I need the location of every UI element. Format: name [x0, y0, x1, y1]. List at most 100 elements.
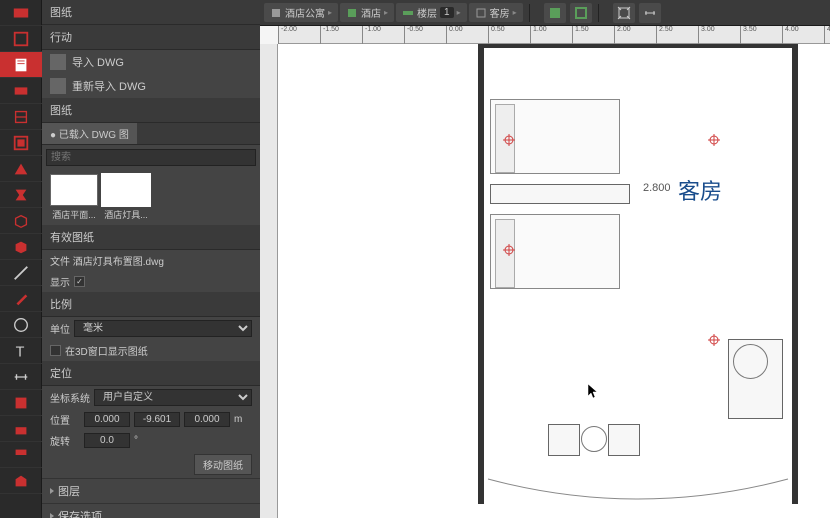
import-label: 导入 DWG [72, 54, 124, 70]
unit-select[interactable]: 毫米 [74, 320, 252, 337]
rot-label: 旋转 [50, 433, 80, 448]
import-icon [50, 54, 66, 70]
tool-red4[interactable] [0, 468, 42, 494]
zoom-tools [613, 3, 661, 23]
tool-2[interactable] [0, 26, 42, 52]
scale-header: 比例 [42, 292, 260, 317]
reimport-dwg[interactable]: 重新导入 DWG [42, 74, 260, 98]
thumb-label-1: 酒店灯具... [104, 208, 148, 221]
coord-label: 坐标系统 [50, 390, 90, 405]
wall [478, 44, 798, 48]
crumb-3[interactable]: 客房▸ [469, 3, 523, 22]
ruler-horizontal: -2.00 -1.50 -1.00 -0.50 0.00 0.50 1.00 1… [278, 26, 830, 44]
display-checkbox[interactable] [74, 276, 85, 287]
pos-row: 位置 m [42, 409, 260, 430]
svg-text:T: T [16, 344, 25, 360]
room-label: 客房 [678, 174, 722, 206]
file-row: 文件 酒店灯具布置图.dwg [42, 250, 260, 271]
thumb-img-0 [50, 174, 98, 206]
coord-row: 坐标系统 用户自定义 [42, 386, 260, 409]
show3d-row[interactable]: 在3D窗口显示图纸 [42, 340, 260, 361]
unit-row: 单位 毫米 [42, 317, 260, 340]
hotel-icon [346, 7, 358, 19]
measure-tool[interactable] [639, 3, 661, 23]
view-tools [544, 3, 592, 23]
tool-text[interactable]: T [0, 338, 42, 364]
tool-5[interactable] [0, 104, 42, 130]
tool-red3[interactable] [0, 442, 42, 468]
filter-tabs: ● 已载入 DWG 图 [42, 123, 260, 145]
show3d-checkbox[interactable] [50, 345, 61, 356]
breadcrumb: 酒店公寓▸ 酒店▸ 楼层 1▸ 客房▸ [264, 3, 523, 22]
tool-7[interactable] [0, 156, 42, 182]
pos-z[interactable] [184, 412, 230, 427]
tool-line[interactable] [0, 260, 42, 286]
display-label: 显示 [50, 274, 70, 289]
crumb-2[interactable]: 楼层 1▸ [396, 3, 467, 22]
furniture-table [733, 344, 768, 379]
pos-unit: m [234, 414, 242, 425]
arc [478, 474, 798, 518]
tool-circle[interactable] [0, 312, 42, 338]
pos-y[interactable] [134, 412, 180, 427]
left-toolbar: T [0, 0, 42, 518]
crumb-0[interactable]: 酒店公寓▸ [264, 3, 338, 22]
tool-4[interactable] [0, 78, 42, 104]
cursor-icon [588, 384, 600, 400]
pos-x[interactable] [84, 412, 130, 427]
tool-drawing[interactable] [0, 52, 42, 78]
import-dwg[interactable]: 导入 DWG [42, 50, 260, 74]
thumbnail-row: 酒店平面... 酒店灯具... [42, 170, 260, 225]
main-area: 酒店公寓▸ 酒店▸ 楼层 1▸ 客房▸ [260, 0, 830, 518]
rot-unit: ° [134, 435, 138, 446]
tool-8[interactable] [0, 182, 42, 208]
thumb-0[interactable]: 酒店平面... [50, 174, 98, 221]
canvas[interactable]: 2.800 客房 [278, 44, 830, 518]
move-drawing-button[interactable]: 移动图纸 [194, 454, 252, 475]
tool-red2[interactable] [0, 416, 42, 442]
reimport-icon [50, 78, 66, 94]
rot-row: 旋转 ° [42, 430, 260, 451]
crumb-1[interactable]: 酒店▸ [340, 3, 394, 22]
display-row[interactable]: 显示 [42, 271, 260, 292]
building-icon [270, 7, 282, 19]
coord-select[interactable]: 用户自定义 [94, 389, 252, 406]
tool-cube[interactable] [0, 208, 42, 234]
tool-6[interactable] [0, 130, 42, 156]
tool-red1[interactable] [0, 390, 42, 416]
search-input[interactable] [46, 149, 256, 166]
wall [478, 44, 484, 504]
furniture-chair [548, 424, 580, 456]
pos-label: 位置 [50, 412, 80, 427]
tab-loaded[interactable]: ● 已载入 DWG 图 [42, 123, 137, 144]
light-marker-icon [708, 134, 720, 146]
show3d-label: 在3D窗口显示图纸 [65, 343, 148, 358]
light-marker-icon [503, 134, 515, 146]
property-panel: 图纸 行动 导入 DWG 重新导入 DWG 图纸 ● 已载入 DWG 图 酒店平… [42, 0, 260, 518]
view-outline[interactable] [570, 3, 592, 23]
canvas-wrap: -2.00 -1.50 -1.00 -0.50 0.00 0.50 1.00 1… [260, 26, 830, 518]
move-row: 移动图纸 [42, 451, 260, 478]
save-section[interactable]: 保存选项 [42, 503, 260, 518]
unit-label: 单位 [50, 321, 70, 336]
valid-drawing-header: 有效图纸 [42, 225, 260, 250]
tool-brush[interactable] [0, 286, 42, 312]
drawing-header: 图纸 [42, 98, 260, 123]
tool-1[interactable] [0, 0, 42, 26]
dimension-value: 2.800 [643, 182, 671, 194]
thumb-img-1 [102, 174, 150, 206]
rot-val[interactable] [84, 433, 130, 448]
zoom-extents[interactable] [613, 3, 635, 23]
thumb-1[interactable]: 酒店灯具... [102, 174, 150, 221]
panel-title: 图纸 [42, 0, 260, 25]
view-green[interactable] [544, 3, 566, 23]
tool-measure[interactable] [0, 364, 42, 390]
layers-section[interactable]: 图层 [42, 478, 260, 503]
reimport-label: 重新导入 DWG [72, 78, 146, 94]
tool-cube2[interactable] [0, 234, 42, 260]
room-icon [475, 7, 487, 19]
chevron-right-icon [50, 488, 54, 494]
light-marker-icon [503, 244, 515, 256]
light-marker-icon [708, 334, 720, 346]
furniture-divider [490, 184, 630, 204]
